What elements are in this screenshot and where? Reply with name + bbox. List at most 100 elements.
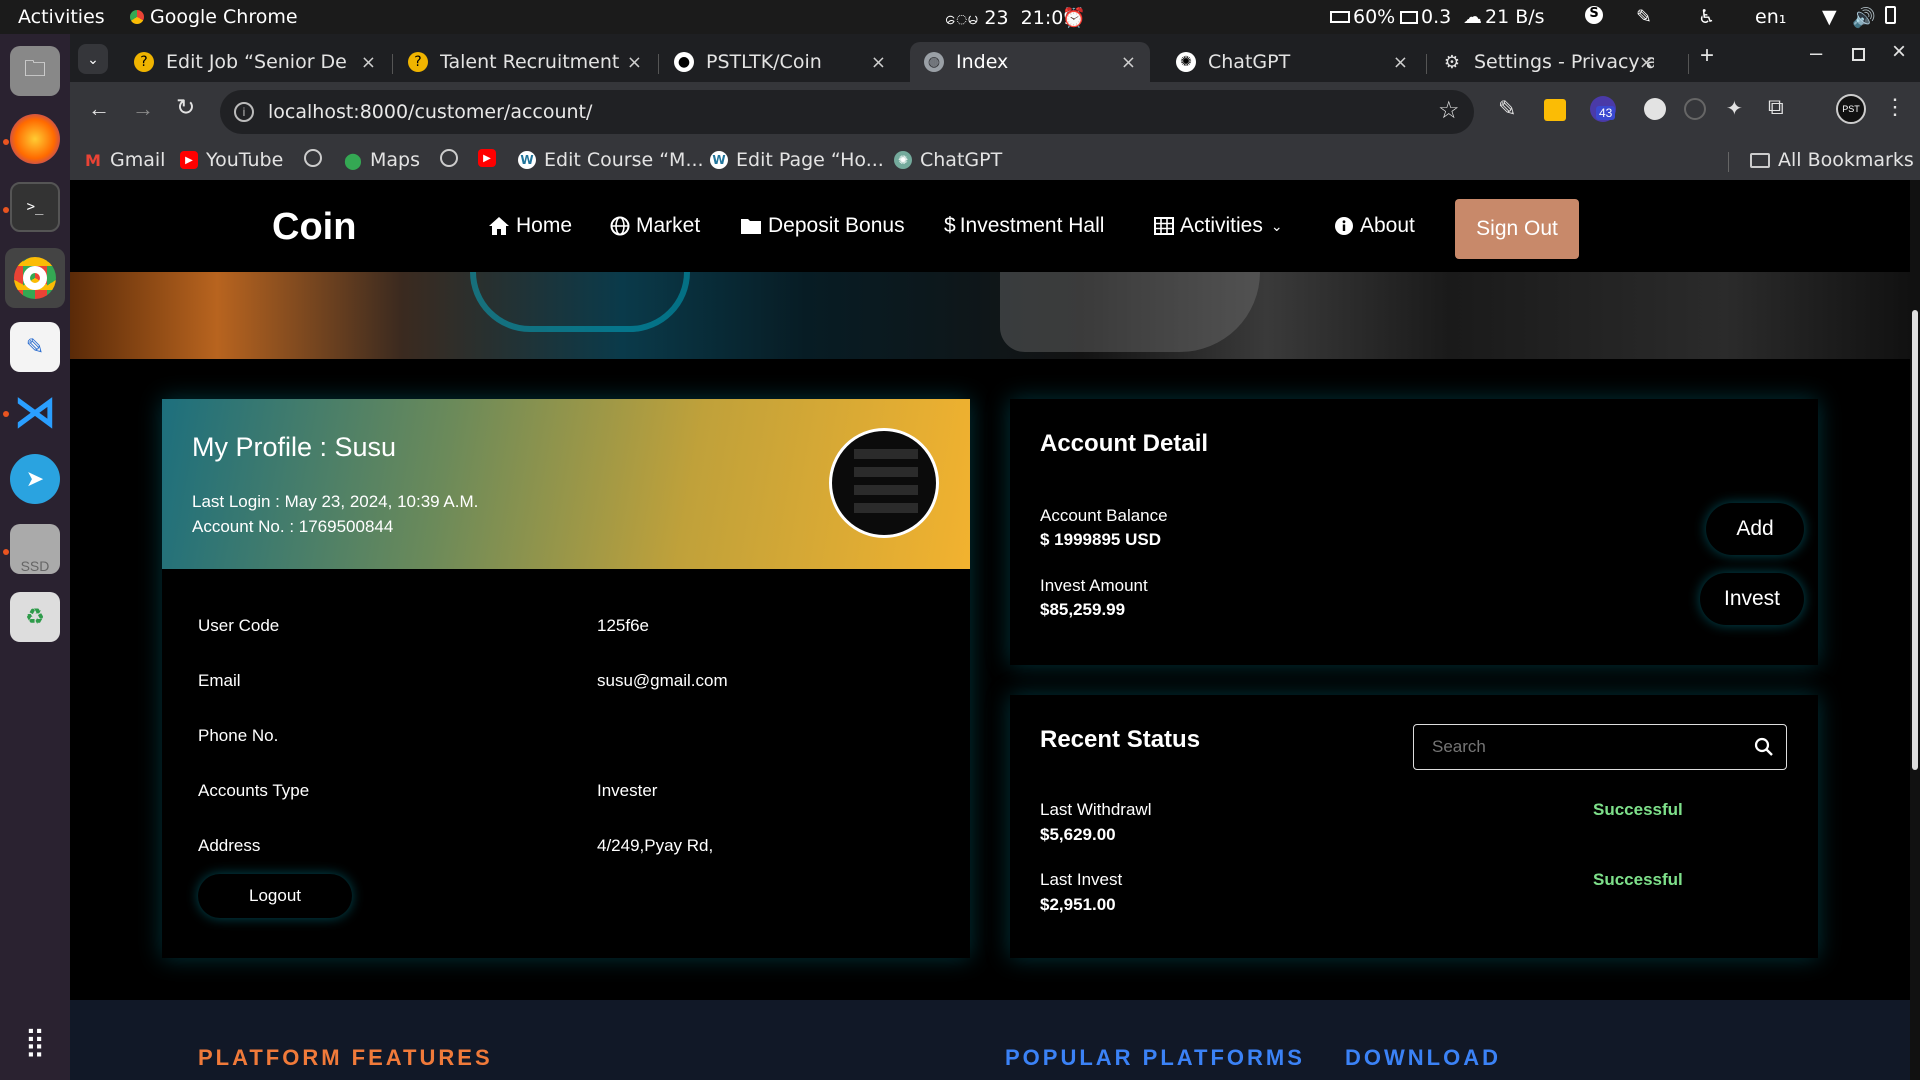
add-button[interactable]: Add	[1706, 503, 1804, 555]
gmail-icon: M	[85, 150, 101, 170]
logout-button[interactable]: Logout	[198, 874, 352, 918]
forward-icon[interactable]: →	[132, 96, 154, 122]
extensions-puzzle-icon[interactable]: ⧉	[1768, 94, 1784, 120]
terminal-icon[interactable]: >_	[10, 182, 60, 232]
tab-talent-recruitment[interactable]: ? Talent Recruitment - ×	[394, 42, 656, 82]
menu-kebab-icon[interactable]: ⋮	[1884, 94, 1906, 120]
keep-extension-icon[interactable]	[1544, 99, 1566, 121]
bookmark-globe-2[interactable]	[440, 149, 466, 167]
close-icon[interactable]: ×	[1639, 52, 1654, 73]
avatar[interactable]	[829, 428, 939, 538]
monitor-icon	[1400, 10, 1418, 24]
search-input[interactable]	[1432, 737, 1732, 757]
vscode-icon[interactable]: ⋊	[10, 386, 60, 436]
site-info-icon[interactable]: i	[234, 102, 254, 122]
clock[interactable]: ေမ 23 21:09	[945, 6, 1075, 34]
profile-avatar[interactable]: PST	[1836, 94, 1866, 124]
battery-indicator[interactable]: 60%	[1330, 6, 1395, 28]
all-bookmarks-button[interactable]: All Bookmarks	[1750, 149, 1914, 171]
close-icon[interactable]: ×	[1121, 52, 1136, 73]
nav-home[interactable]: Home	[488, 214, 572, 238]
running-indicator	[3, 411, 9, 417]
accessibility-icon[interactable]: ♿	[1698, 6, 1715, 28]
bookmark-maps[interactable]: ⬤ Maps	[344, 149, 420, 171]
url-text[interactable]: localhost:8000/customer/account/	[268, 101, 592, 123]
recent-status-title: Recent Status	[1040, 726, 1201, 753]
files-icon[interactable]: 🗀	[10, 46, 60, 96]
bookmark-edit-course[interactable]: W Edit Course “M...	[518, 149, 704, 171]
close-icon[interactable]: ×	[627, 52, 642, 73]
bookmark-gmail[interactable]: M Gmail	[84, 149, 165, 171]
eyedropper-extension-icon[interactable]: ✎	[1498, 96, 1516, 122]
chrome-icon	[14, 257, 56, 299]
tab-settings[interactable]: ⚙ Settings - Privacy an ×	[1428, 42, 1668, 82]
close-icon[interactable]: ×	[871, 52, 886, 73]
search-box[interactable]	[1413, 724, 1787, 770]
tab-chatgpt[interactable]: ✺ ChatGPT ×	[1162, 42, 1422, 82]
new-tab-button[interactable]: +	[1700, 42, 1714, 70]
nav-investment-hall[interactable]: $ Investment Hall	[944, 214, 1104, 238]
bookmark-label: ChatGPT	[920, 149, 1003, 171]
maximize-icon[interactable]	[1852, 48, 1865, 61]
nav-activities[interactable]: Activities ⌄	[1154, 214, 1283, 238]
tab-search-button[interactable]: ⌄	[78, 44, 108, 74]
skype-icon[interactable]: S	[1585, 6, 1603, 24]
avatar-detail	[854, 503, 918, 513]
language-indicator[interactable]: en₁	[1755, 6, 1786, 28]
extension-disabled-icon[interactable]	[1684, 98, 1706, 120]
extension-badge-icon[interactable]: 43	[1590, 96, 1616, 122]
tab-edit-job[interactable]: ? Edit Job “Senior Dev ×	[120, 42, 390, 82]
page-scrollbar[interactable]	[1910, 180, 1920, 1080]
bookmark-chatgpt[interactable]: ✺ ChatGPT	[894, 149, 1002, 171]
bookmark-star-icon[interactable]: ☆	[1438, 96, 1460, 125]
question-icon: ?	[134, 52, 154, 72]
tab-github-coin[interactable]: ● PSTLTK/Coin ×	[660, 42, 900, 82]
sign-out-button[interactable]: Sign Out	[1455, 199, 1579, 259]
close-icon[interactable]: ×	[361, 52, 376, 73]
nav-deposit-bonus[interactable]: Deposit Bonus	[740, 214, 905, 238]
activities-button[interactable]: Activities	[18, 6, 105, 28]
close-window-icon[interactable]: ×	[1892, 38, 1906, 66]
scrollbar-thumb[interactable]	[1912, 310, 1918, 770]
battery-small-icon[interactable]	[1885, 6, 1896, 24]
bookmark-youtube[interactable]: ▶ YouTube	[180, 149, 283, 171]
minimize-icon[interactable]: –	[1810, 40, 1822, 66]
text-editor-icon[interactable]: ✎	[10, 322, 60, 372]
bookmark-globe[interactable]	[304, 149, 330, 167]
browser-toolbar: ← → ↻ i localhost:8000/customer/account/…	[70, 82, 1920, 142]
chevron-down-icon: ⌄	[1270, 217, 1283, 234]
chrome-dock-active[interactable]	[5, 248, 65, 308]
nav-label: Activities	[1180, 214, 1263, 237]
reload-icon[interactable]: ↻	[176, 94, 195, 121]
close-icon[interactable]: ×	[1393, 52, 1408, 73]
show-apps-icon[interactable]: ⣿	[10, 1016, 60, 1066]
search-icon[interactable]	[1754, 737, 1774, 757]
invest-button[interactable]: Invest	[1700, 573, 1804, 625]
firefox-icon[interactable]	[10, 114, 60, 164]
bookmark-youtube-2[interactable]: ▶	[478, 149, 504, 167]
volume-icon[interactable]: 🔊	[1852, 6, 1876, 29]
network-speed[interactable]: ☁ 21 B/s	[1463, 6, 1545, 28]
back-icon[interactable]: ←	[88, 96, 110, 122]
app-menu[interactable]: Google Chrome	[130, 6, 298, 28]
alarm-icon: ⏰	[1062, 7, 1086, 29]
avatar-detail	[854, 485, 918, 495]
bookmark-edit-page[interactable]: W Edit Page “Ho...	[710, 149, 884, 171]
address-label: Address	[198, 836, 261, 855]
trash-icon[interactable]: ♻	[10, 592, 60, 642]
openai-icon: ✺	[1176, 52, 1196, 72]
color-picker-icon[interactable]: ✎	[1636, 6, 1652, 28]
brand-logo[interactable]: Coin	[272, 206, 356, 249]
extension-clock-icon[interactable]	[1644, 98, 1666, 120]
wifi-icon[interactable]: ▼	[1822, 6, 1837, 28]
extension-bird-icon[interactable]: ✦	[1726, 96, 1743, 121]
footer-download: DOWNLOAD	[1345, 1045, 1501, 1070]
tab-index-active[interactable]: ◍ Index ×	[910, 42, 1150, 82]
nav-about[interactable]: About	[1334, 214, 1415, 238]
last-invest-label: Last Invest	[1040, 870, 1123, 889]
address-bar[interactable]: i localhost:8000/customer/account/ ☆	[220, 90, 1474, 134]
ssd-drive-icon[interactable]: SSD	[10, 524, 60, 574]
display-indicator[interactable]: 0.3	[1400, 6, 1451, 28]
nav-market[interactable]: Market	[610, 214, 700, 238]
telegram-icon[interactable]: ➤	[10, 454, 60, 504]
